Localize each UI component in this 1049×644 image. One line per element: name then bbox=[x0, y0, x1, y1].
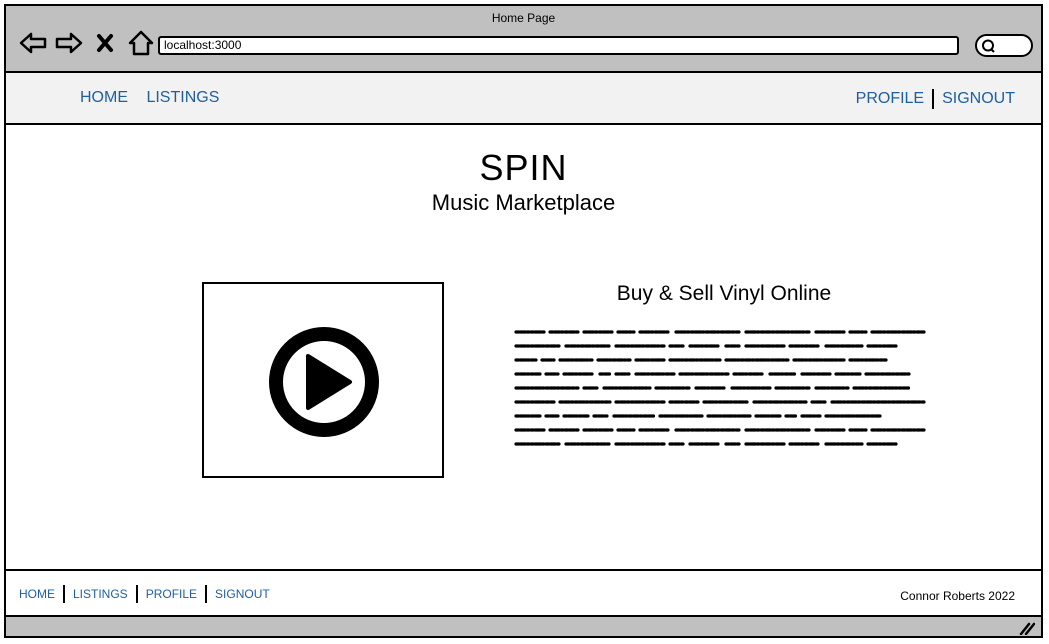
browser-window: Home Page localhost:3000 HOME LISTINGS P… bbox=[4, 4, 1043, 638]
footer-home-link[interactable]: HOME bbox=[19, 587, 55, 601]
home-icon[interactable] bbox=[126, 28, 156, 58]
forward-arrow-icon[interactable] bbox=[54, 28, 84, 58]
search-button[interactable] bbox=[975, 34, 1033, 57]
nav-signout-link[interactable]: SIGNOUT bbox=[942, 90, 1015, 108]
browser-chrome: Home Page localhost:3000 bbox=[6, 6, 1041, 73]
search-icon bbox=[982, 39, 995, 53]
back-arrow-icon[interactable] bbox=[18, 28, 48, 58]
copyright-text: Connor Roberts 2022 bbox=[900, 589, 1015, 603]
footer-listings-link[interactable]: LISTINGS bbox=[73, 587, 128, 601]
footer-separator bbox=[205, 585, 208, 603]
close-icon[interactable] bbox=[90, 28, 120, 58]
status-bar bbox=[6, 615, 1041, 636]
footer: HOME LISTINGS PROFILE SIGNOUT Connor Rob… bbox=[6, 569, 1041, 615]
top-navigation: HOME LISTINGS PROFILE SIGNOUT bbox=[6, 73, 1041, 125]
nav-separator bbox=[932, 89, 935, 109]
site-subtitle: Music Marketplace bbox=[431, 190, 616, 215]
section-heading: Buy & Sell Vinyl Online bbox=[616, 282, 832, 305]
footer-separator bbox=[63, 585, 65, 603]
browser-nav-buttons bbox=[18, 28, 156, 58]
address-bar[interactable]: localhost:3000 bbox=[158, 36, 959, 55]
video-player[interactable] bbox=[202, 282, 444, 478]
footer-separator bbox=[135, 585, 138, 603]
nav-home-link[interactable]: HOME bbox=[80, 89, 128, 106]
footer-signout-link[interactable]: SIGNOUT bbox=[215, 587, 270, 601]
nav-listings-link[interactable]: LISTINGS bbox=[146, 89, 219, 106]
window-title: Home Page bbox=[491, 11, 556, 25]
nav-profile-link[interactable]: PROFILE bbox=[856, 90, 924, 108]
footer-profile-link[interactable]: PROFILE bbox=[146, 587, 197, 601]
resize-grip-icon[interactable] bbox=[1019, 621, 1035, 635]
placeholder-text-scribble bbox=[514, 330, 926, 446]
play-icon[interactable] bbox=[268, 326, 380, 438]
site-title: SPIN bbox=[479, 147, 568, 188]
